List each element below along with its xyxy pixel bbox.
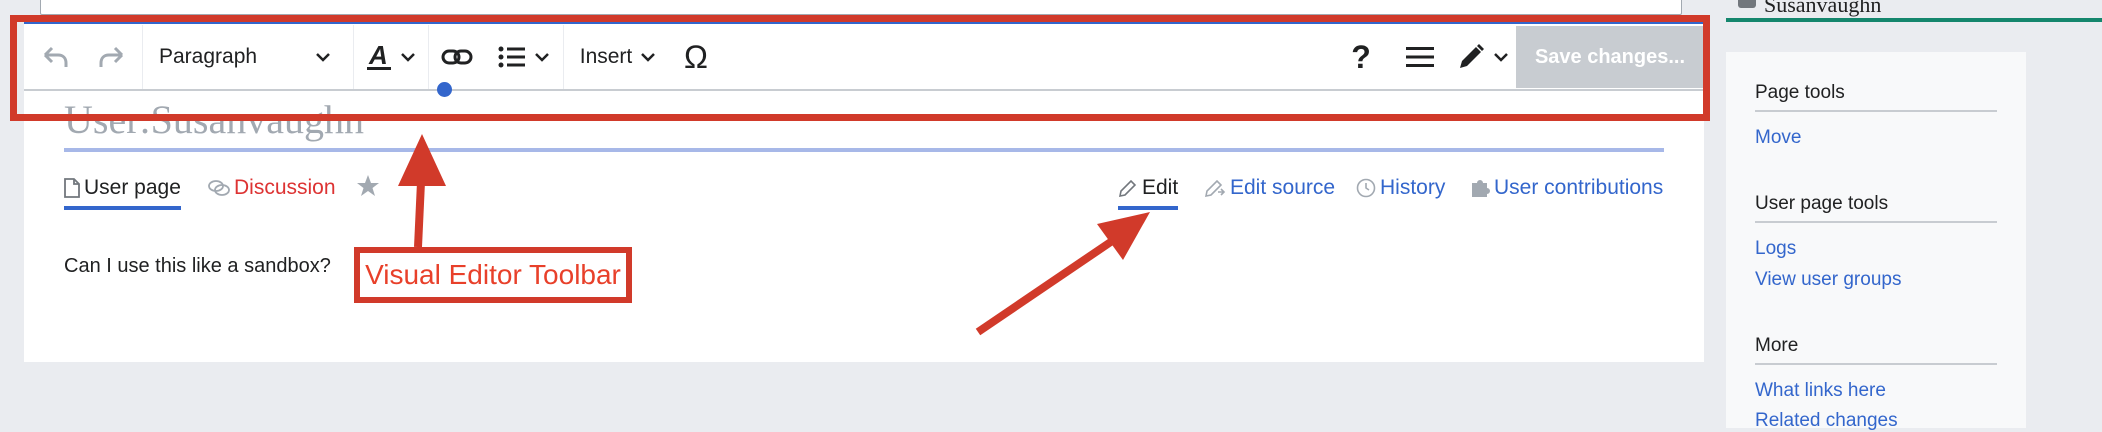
- annotation-arrows: [398, 134, 1150, 336]
- annotation-label: Visual Editor Toolbar: [354, 247, 632, 303]
- annotation-arrow-up: [398, 134, 446, 248]
- annotation-arrow-edit: [975, 212, 1150, 336]
